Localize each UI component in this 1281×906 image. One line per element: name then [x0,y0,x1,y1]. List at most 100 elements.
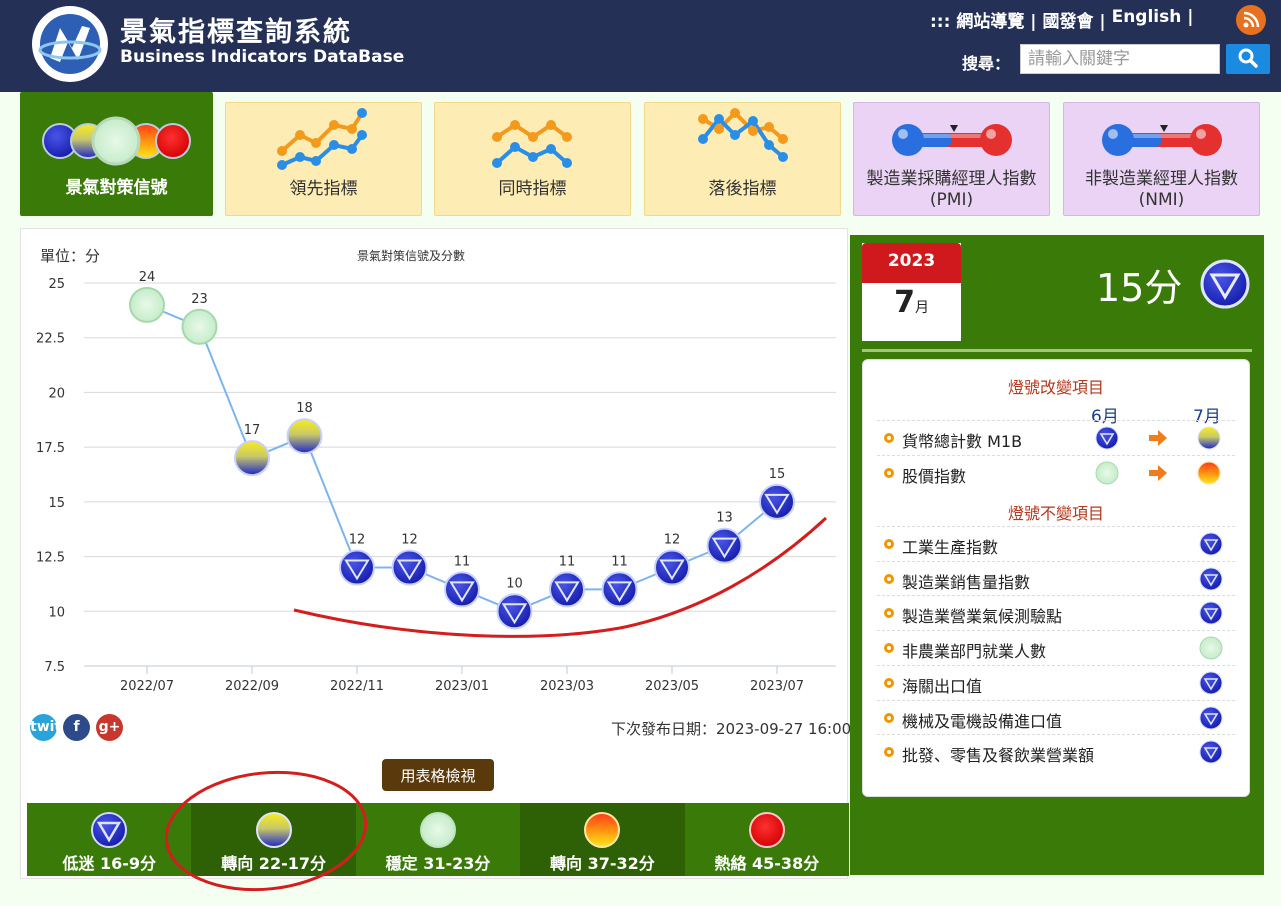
month-suffix: 月 [914,300,929,316]
green-signal-icon [1095,461,1119,485]
y-tick-label: 20 [48,386,65,401]
indicator-name: 股價指數 [902,467,967,486]
table-view-button[interactable]: 用表格檢視 [382,759,494,791]
nav-english[interactable]: English | [1112,7,1194,32]
unchanged-row: 海關出口值 [877,664,1235,700]
google-plus-icon[interactable]: g+ [96,714,123,741]
tab-nmi[interactable]: 非製造業經理人指數(NMI) [1063,102,1260,216]
unchanged-heading: 燈號不變項目 [1007,504,1104,523]
arrow-right-icon [1149,430,1167,446]
date-card: 2023 7月 [862,243,961,341]
unchanged-row: 機械及電機設備進口值 [877,699,1235,735]
tab-lagging[interactable]: 落後指標 [644,102,841,216]
rss-icon[interactable] [1236,5,1266,35]
x-tick-label: 2022/11 [330,679,384,694]
legend-label: 轉向 37-32分 [550,854,655,873]
changed-row-stock: 股價指數 [877,455,1235,490]
tab-leading[interactable]: 領先指標 [225,102,422,216]
data-label: 18 [296,401,313,416]
y-tick-label: 25 [48,277,65,292]
legend-label: 轉向 22-17分 [221,854,326,873]
legend-label: 熱絡 45-38分 [714,854,820,873]
data-label: 17 [244,423,261,438]
bullet-icon [884,433,894,443]
search-label: 搜尋： [962,54,1011,73]
y-tick-label: 15 [48,496,65,511]
current-score: 15分 [1096,266,1183,310]
x-tick-label: 2023/07 [750,679,804,694]
data-label: 12 [349,533,366,548]
blue-signal-icon [1199,671,1223,695]
header: 景氣指標查詢系統 Business Indicators DataBase ::… [0,0,1281,92]
divider [862,349,1252,352]
twitter-icon[interactable]: twitter [30,714,84,741]
indicator-name: 貨幣總計數 M1B [902,432,1023,451]
data-point [286,418,323,455]
site-title[interactable]: 景氣指標查詢系統 [120,10,352,49]
x-tick-label: 2022/07 [120,679,174,694]
data-label: 13 [716,511,733,526]
nav-ndc[interactable]: 國發會 | [1042,7,1105,32]
blue-signal-icon [1199,706,1223,729]
facebook-icon[interactable]: f [63,714,90,741]
blue-signal-icon [1199,740,1223,764]
x-tick-label: 2023/01 [435,679,489,694]
search-button[interactable] [1226,44,1270,74]
site-subtitle[interactable]: Business Indicators DataBase [120,47,404,67]
bullet-icon [884,539,894,549]
indicator-card: 燈號改變項目 6月 7月 貨幣總計數 M1B 股價指數 燈號不變項目 工業生產指… [862,359,1250,797]
blue-signal-icon [1095,426,1119,450]
data-point [181,308,218,345]
nav-sitemap[interactable]: ::: 網站導覽 | [930,7,1036,32]
next-release-date: 下次發布日期：2023-09-27 16:00 [611,720,852,738]
bullet-icon [884,608,894,619]
date-month: 7月 [862,285,961,320]
indicator-name: 製造業銷售量指數 [902,572,1031,592]
current-blue-signal-icon [1200,259,1250,309]
unchanged-row: 製造業銷售量指數 [877,560,1235,596]
bullet-icon [884,677,894,688]
x-tick-label: 2023/05 [645,679,699,694]
thermometer-icon [892,124,1012,156]
blue-signal-icon [1199,601,1223,625]
tab-label: 同時指標 [498,179,567,199]
ndc-logo[interactable] [32,6,108,82]
data-label: 23 [191,292,208,307]
y-tick-label: 7.5 [44,660,65,675]
bullet-icon [884,573,894,584]
y-tick-label: 12.5 [36,551,65,566]
unchanged-row: 製造業營業氣候測驗點 [877,595,1235,630]
y-tick-label: 22.5 [36,332,65,347]
changed-heading: 燈號改變項目 [1007,378,1104,397]
chart-panel: 單位：分 景氣對策信號及分數 7.5 10 12.5 15 17.5 20 22.5 25 20… [20,228,852,879]
tab-label: 製造業採購經理人指數(PMI) [866,169,1037,210]
tab-pmi[interactable]: 製造業採購經理人指數(PMI) [853,102,1050,216]
search-input[interactable] [1020,44,1220,74]
data-label: 11 [454,554,471,569]
coincident-chart-icon [492,120,572,168]
tab-label: 非製造業經理人指數(NMI) [1085,169,1238,210]
signal-score-chart: 7.5 10 12.5 15 17.5 20 22.5 25 2022/07 2022/09 202… [36,270,836,694]
search-icon [1238,48,1258,68]
y-tick-label: 17.5 [36,441,65,456]
data-label: 11 [611,554,628,569]
tab-business-signal[interactable]: 景氣對策信號 [20,92,213,216]
month-number: 7 [894,285,915,320]
indicator-name: 工業生產指數 [902,538,999,557]
data-label: 24 [139,270,156,285]
legend-item-yellow-blue: 轉向 22-17分 [191,803,356,876]
data-point [234,440,270,477]
tab-coincident[interactable]: 同時指標 [434,102,631,216]
data-point [129,286,165,323]
blue-signal-icon [91,812,128,848]
yellow-red-signal-icon [584,812,621,848]
unchanged-row: 非農業部門就業人數 [877,630,1235,665]
indicator-name: 非農業部門就業人數 [902,642,1047,662]
x-tick-label: 2023/03 [540,679,594,694]
x-tick-label: 2022/09 [225,679,279,694]
tab-label: 落後指標 [708,179,777,199]
green-signal-icon [420,812,457,848]
indicator-name: 海關出口值 [902,676,983,696]
signal-lights-icon [42,116,191,166]
data-label: 11 [559,554,576,569]
